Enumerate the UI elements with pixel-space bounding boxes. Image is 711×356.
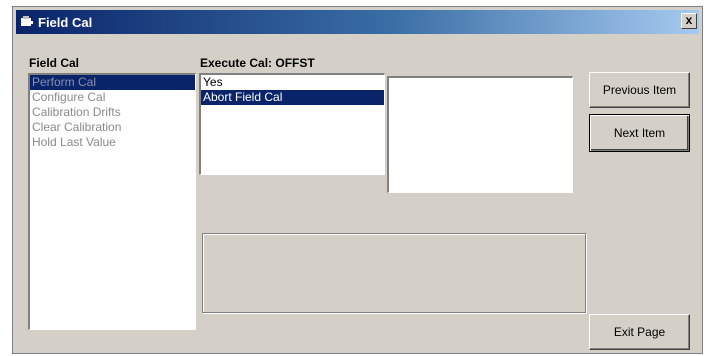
exit-page-label: Exit Page: [613, 325, 666, 339]
field-cal-label: Field Cal: [29, 56, 80, 70]
field-cal-window: Field Cal x Field Cal Perform Cal Config…: [12, 6, 703, 354]
field-cal-menu-list[interactable]: Perform Cal Configure Cal Calibration Dr…: [28, 73, 196, 330]
title-bar[interactable]: Field Cal x: [16, 10, 699, 34]
exit-page-button[interactable]: Exit Page: [589, 314, 690, 350]
app-icon: [20, 15, 34, 29]
previous-item-label: Previous Item: [602, 83, 677, 97]
menu-item-hold-last-value[interactable]: Hold Last Value: [30, 135, 195, 150]
menu-item-configure-cal[interactable]: Configure Cal: [30, 90, 195, 105]
value-display-box: [387, 76, 573, 193]
next-item-button[interactable]: Next Item: [589, 114, 690, 152]
close-icon: x: [685, 13, 693, 27]
window-title: Field Cal: [38, 14, 93, 30]
message-panel: [202, 233, 586, 313]
menu-item-clear-calibration[interactable]: Clear Calibration: [30, 120, 195, 135]
menu-item-perform-cal[interactable]: Perform Cal: [30, 75, 195, 90]
option-yes[interactable]: Yes: [201, 75, 384, 90]
previous-item-button[interactable]: Previous Item: [589, 72, 690, 108]
option-abort-field-cal[interactable]: Abort Field Cal: [201, 90, 384, 105]
execute-cal-label: Execute Cal: OFFST: [200, 56, 315, 70]
execute-options-list[interactable]: Yes Abort Field Cal: [199, 73, 385, 175]
menu-item-calibration-drifts[interactable]: Calibration Drifts: [30, 105, 195, 120]
next-item-label: Next Item: [613, 126, 666, 140]
close-button[interactable]: x: [681, 13, 697, 29]
